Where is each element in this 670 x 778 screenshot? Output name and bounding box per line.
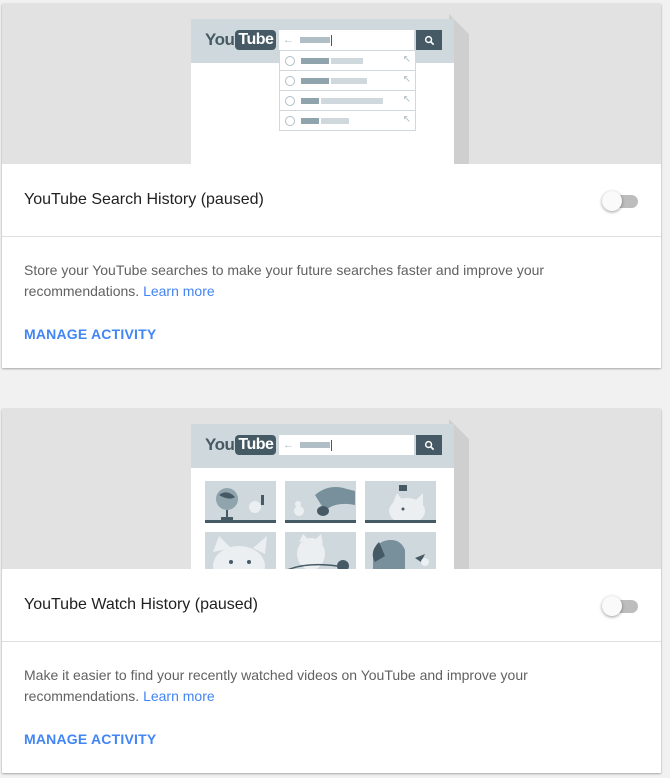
learn-more-link[interactable]: Learn more: [143, 283, 215, 299]
list-item: ↖: [280, 110, 415, 130]
watch-history-card: You Tube ← YouTube Watch History (paused…: [2, 409, 661, 773]
history-clock-icon: [285, 95, 295, 106]
youtube-mockup: You Tube ←: [191, 424, 454, 569]
youtube-logo: You Tube: [205, 435, 277, 455]
cat-yarn-video-thumbnail: [285, 532, 356, 569]
logo-tube-text: Tube: [235, 30, 277, 50]
logo-you-text: You: [205, 30, 235, 49]
arrow-up-left-icon: ↖: [402, 114, 411, 125]
logo-tube-text: Tube: [235, 435, 277, 455]
youtube-logo: You Tube: [205, 30, 277, 50]
arrow-up-left-icon: ↖: [402, 74, 411, 85]
history-clock-icon: [285, 75, 295, 86]
arrow-up-left-icon: ↖: [402, 94, 411, 105]
search-icon: [416, 435, 442, 455]
dog-bird-video-thumbnail: [365, 532, 436, 569]
setting-row: YouTube Search History (paused): [2, 164, 661, 237]
globe-video-thumbnail: [205, 481, 276, 523]
logo-you-text: You: [205, 435, 235, 454]
toggle-thumb: [602, 191, 622, 211]
cat-video-thumbnail: [365, 481, 436, 523]
setting-title: YouTube Watch History (paused): [24, 596, 258, 613]
description-text: Store your YouTube searches to make your…: [24, 262, 545, 299]
search-history-card: You Tube ← ↖ ↖ ↖ ↖ YouTube Search Histor…: [2, 4, 661, 368]
search-history-illustration: You Tube ← ↖ ↖ ↖ ↖: [2, 4, 661, 164]
history-clock-icon: [285, 55, 295, 66]
setting-row: YouTube Watch History (paused): [2, 569, 661, 642]
back-arrow-icon: ←: [283, 439, 294, 451]
youtube-mockup: You Tube ← ↖ ↖ ↖ ↖: [191, 19, 454, 164]
list-item: ↖: [280, 70, 415, 90]
setting-description: Make it easier to find your recently wat…: [24, 665, 624, 707]
toggle-thumb: [602, 596, 622, 616]
description-text: Make it easier to find your recently wat…: [24, 667, 528, 704]
cat-face-video-thumbnail: [205, 532, 276, 569]
watch-history-toggle[interactable]: [602, 596, 638, 616]
setting-title: YouTube Search History (paused): [24, 191, 264, 208]
manage-activity-button[interactable]: MANAGE ACTIVITY: [24, 326, 156, 342]
dog-video-thumbnail: [285, 481, 356, 523]
mock-search-box: ←: [279, 435, 414, 455]
mock-search-box: ←: [279, 30, 414, 50]
list-item: ↖: [280, 90, 415, 110]
learn-more-link[interactable]: Learn more: [143, 688, 215, 704]
arrow-up-left-icon: ↖: [402, 54, 411, 65]
search-icon: [416, 30, 442, 50]
mock-suggestion-list: ↖ ↖ ↖ ↖: [279, 50, 416, 131]
watch-history-illustration: You Tube ←: [2, 409, 661, 569]
setting-description: Store your YouTube searches to make your…: [24, 260, 624, 302]
back-arrow-icon: ←: [283, 34, 294, 46]
list-item: ↖: [280, 50, 415, 70]
manage-activity-button[interactable]: MANAGE ACTIVITY: [24, 731, 156, 747]
history-clock-icon: [285, 115, 295, 126]
search-history-toggle[interactable]: [602, 191, 638, 211]
